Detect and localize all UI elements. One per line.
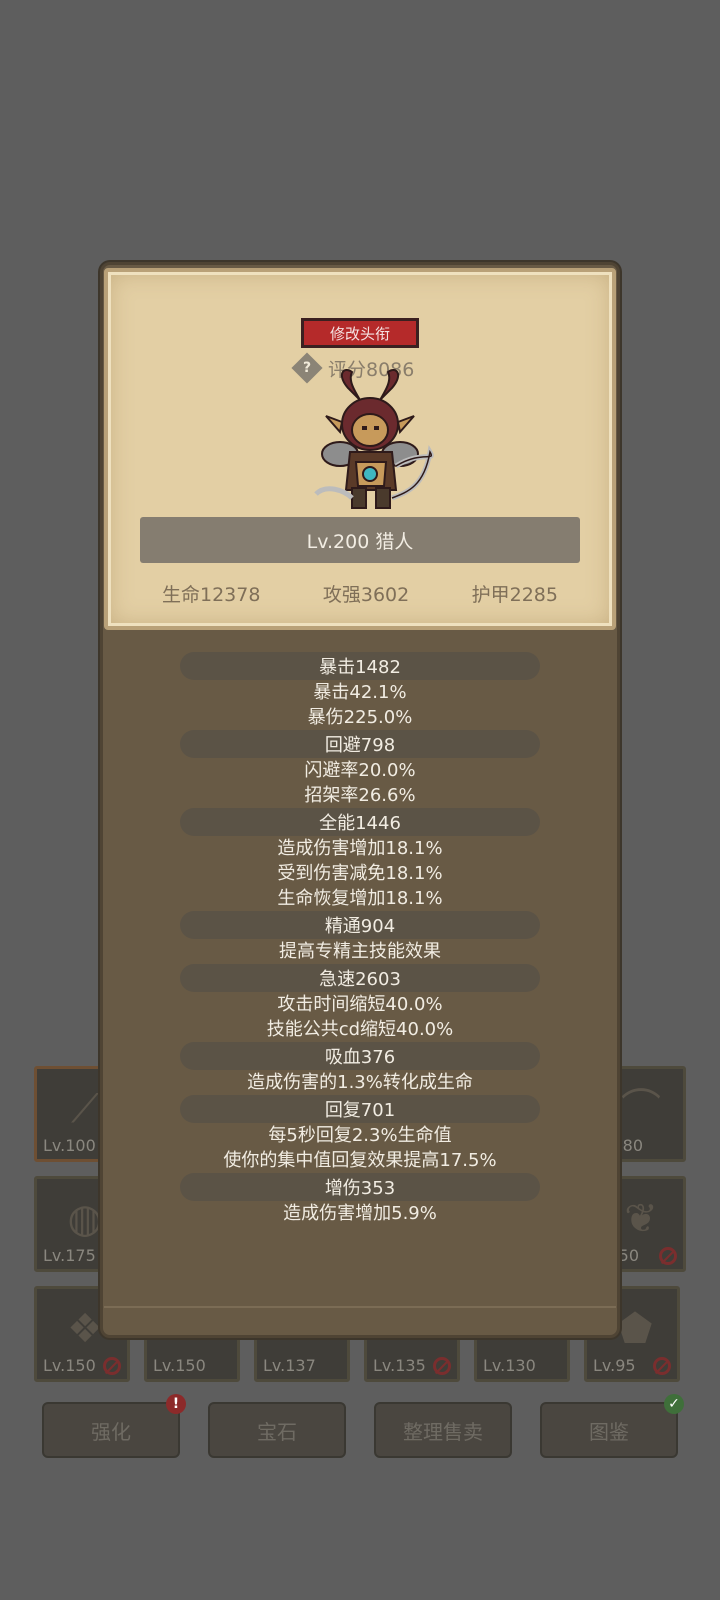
- stat-line: 造成伤害增加18.1%: [277, 838, 443, 859]
- codex-button[interactable]: 图鉴 ✓: [540, 1394, 684, 1458]
- level-class-bar: Lv.200 猎人: [140, 517, 580, 563]
- stat-lifesteal-header: 吸血376: [180, 1042, 540, 1070]
- horn-icon: ⌒: [621, 1086, 661, 1132]
- stat-line: 受到伤害减免18.1%: [277, 863, 443, 884]
- stat-damage-bonus-header: 增伤353: [180, 1173, 540, 1201]
- stat-line: 攻击时间缩短40.0%: [277, 994, 443, 1015]
- slot-level: Lv.135: [373, 1356, 426, 1375]
- locked-icon: [433, 1357, 451, 1375]
- slot-level: Lv.95: [593, 1356, 636, 1375]
- stat-line: 暴击42.1%: [313, 682, 407, 703]
- stat-line: 每5秒回复2.3%生命值: [268, 1125, 452, 1146]
- slot-level: Lv.137: [263, 1356, 316, 1375]
- stat-line: 造成伤害的1.3%转化成生命: [247, 1072, 473, 1093]
- stats-list: 暴击1482 暴击42.1% 暴伤225.0% 回避798 闪避率20.0% 招…: [104, 652, 616, 1226]
- stat-evasion-header: 回避798: [180, 730, 540, 758]
- slot-level: Lv.150: [153, 1356, 206, 1375]
- slot-level: 50: [618, 1246, 639, 1265]
- stat-regen-header: 回复701: [180, 1095, 540, 1123]
- enhance-label: 强化: [91, 1419, 131, 1444]
- base-stats-row: 生命12378 攻强3602 护甲2285: [140, 578, 580, 608]
- slot-level: Lv.175: [43, 1246, 96, 1265]
- stat-mastery-header: 精通904: [180, 911, 540, 939]
- enhance-button[interactable]: 强化 !: [42, 1394, 186, 1458]
- codex-label: 图鉴: [589, 1419, 629, 1444]
- attack-stat: 攻强3602: [322, 583, 410, 606]
- locked-icon: [653, 1357, 671, 1375]
- stat-line: 使你的集中值回复效果提高17.5%: [223, 1150, 497, 1171]
- stat-haste-header: 急速2603: [180, 964, 540, 992]
- locked-icon: [659, 1247, 677, 1265]
- stat-line: 暴伤225.0%: [307, 707, 413, 728]
- stat-crit-header: 暴击1482: [180, 652, 540, 680]
- hunter-avatar: [314, 369, 434, 509]
- gem-button[interactable]: 宝石: [208, 1402, 346, 1458]
- hp-stat: 生命12378: [162, 583, 261, 606]
- leaf-icon: ❦: [624, 1196, 658, 1242]
- sort-sell-label: 整理售卖: [403, 1419, 483, 1444]
- slot-level: Lv.150: [43, 1356, 96, 1375]
- dialog-divider: [104, 1306, 616, 1308]
- slot-level: Lv.130: [483, 1356, 536, 1375]
- slot-level: Lv.100: [43, 1136, 96, 1155]
- alert-badge-icon: !: [166, 1394, 186, 1414]
- gem-label: 宝石: [257, 1419, 297, 1444]
- edit-title-button[interactable]: 修改头衔: [301, 318, 419, 348]
- stat-line: 招架率26.6%: [304, 785, 416, 806]
- slot-level: 80: [622, 1136, 643, 1155]
- check-badge-icon: ✓: [664, 1394, 684, 1414]
- stat-line: 生命恢复增加18.1%: [277, 888, 443, 909]
- sort-sell-button[interactable]: 整理售卖: [374, 1402, 512, 1458]
- stat-line: 提高专精主技能效果: [279, 941, 441, 962]
- stat-versatility-header: 全能1446: [180, 808, 540, 836]
- locked-icon: [103, 1357, 121, 1375]
- stat-line: 闪避率20.0%: [304, 760, 416, 781]
- armor-stat: 护甲2285: [471, 583, 558, 606]
- stat-line: 造成伤害增加5.9%: [283, 1203, 437, 1224]
- stat-line: 技能公共cd缩短40.0%: [266, 1019, 454, 1040]
